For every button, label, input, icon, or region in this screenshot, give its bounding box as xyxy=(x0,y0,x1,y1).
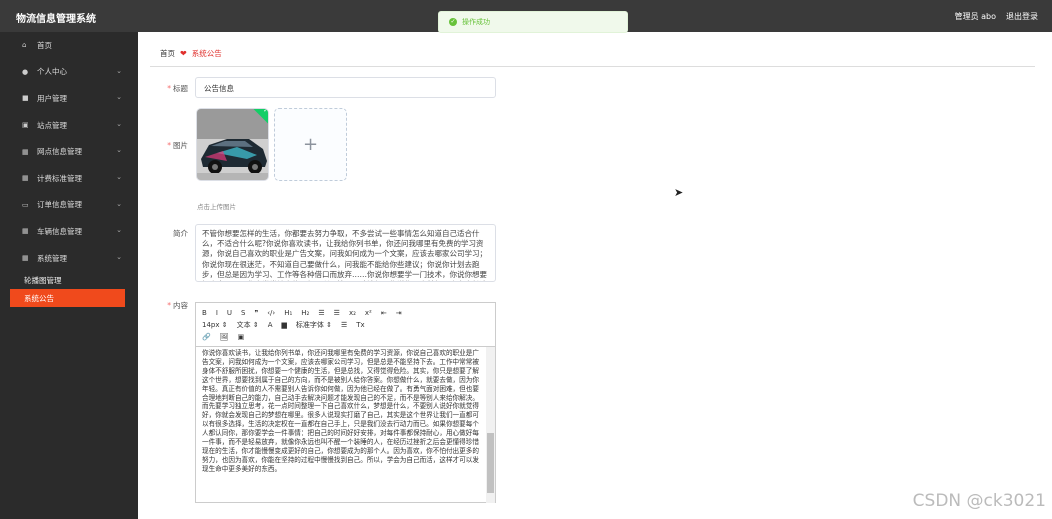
sidebar-item[interactable]: ▭ 订单信息管理 ⌄ xyxy=(0,192,138,219)
uploaded-image[interactable]: ✓ xyxy=(196,108,269,181)
h1-icon[interactable]: H₁ xyxy=(284,309,292,317)
toast-message: 操作成功 xyxy=(462,18,490,26)
breadcrumb-home[interactable]: 首页 xyxy=(160,48,175,59)
align-icon[interactable]: ☰ xyxy=(341,321,347,329)
sidebar: ⌂ 首页 ● 个人中心 ⌄ ■ 用户管理 ⌄ ▣ 站点管理 ⌄ ▦ 网点信息管理 ⌄ ▦ 计费标准管理 ⌄ ▭ 订单… xyxy=(0,32,138,519)
sidebar-item-label: 车辆信息管理 xyxy=(37,226,82,236)
toolbar-row-1: B I U S ❞ ‹/› H₁ H₂ ☰ ☰ x₂ x² ⇤ ⇥ xyxy=(202,307,489,319)
sidebar-item-label: 首页 xyxy=(37,40,52,50)
title-input[interactable]: 公告信息 xyxy=(195,77,496,98)
app-title: 物流信息管理系统 xyxy=(16,14,96,25)
chevron-down-icon: ⌄ xyxy=(116,93,122,102)
top-right-menu: 管理员 abo 退出登录 xyxy=(955,11,1038,22)
grid-icon: ▦ xyxy=(22,254,29,263)
chevron-down-icon: ⌄ xyxy=(116,146,122,155)
sidebar-item[interactable]: ▦ 车辆信息管理 ⌄ xyxy=(0,218,138,245)
toolbar-row-2: 14px ⇕ 文本 ⇕ A ▆ 标准字体 ⇕ ☰ Tx xyxy=(202,319,489,331)
font-color-icon[interactable]: A xyxy=(268,321,273,329)
font-family-select[interactable]: 标准字体 ⇕ xyxy=(296,320,332,330)
underline-icon[interactable]: U xyxy=(227,309,232,317)
editor-scrollbar[interactable] xyxy=(486,347,495,503)
heart-icon: ❤ xyxy=(180,49,187,58)
check-circle-icon: ✓ xyxy=(449,18,457,26)
sidebar-item-label: 站点管理 xyxy=(37,120,67,130)
subscript-icon[interactable]: x₂ xyxy=(349,309,356,317)
sidebar-item-label: 个人中心 xyxy=(37,67,67,77)
toolbar-row-3: 🔗 🖼 ▣ xyxy=(202,331,489,343)
sidebar-item[interactable]: ▦ 系统管理 ⌄ xyxy=(0,245,138,272)
sidebar-item[interactable]: ⌂ 首页 xyxy=(0,32,138,59)
editor-toolbar: B I U S ❞ ‹/› H₁ H₂ ☰ ☰ x₂ x² ⇤ ⇥ 14px ⇕ 文本 ⇕ A ▆ 标准字… xyxy=(196,303,495,347)
video-icon[interactable]: ▣ xyxy=(238,333,245,341)
grid-icon: ▦ xyxy=(22,174,29,183)
users-icon: ■ xyxy=(22,94,29,103)
scrollbar-thumb[interactable] xyxy=(487,433,494,493)
quote-icon[interactable]: ❞ xyxy=(254,309,258,317)
logout-link[interactable]: 退出登录 xyxy=(1006,11,1038,22)
h2-icon[interactable]: H₂ xyxy=(301,309,309,317)
home-icon: ⌂ xyxy=(22,41,27,50)
chevron-down-icon: ⌄ xyxy=(116,119,122,128)
user-label: 管理员 abo xyxy=(954,12,996,21)
grid-icon: ▦ xyxy=(22,227,29,236)
monitor-icon: ▭ xyxy=(22,200,29,209)
sidebar-item[interactable]: ▦ 网点信息管理 ⌄ xyxy=(0,138,138,165)
intro-textarea[interactable]: 不管你想要怎样的生活，你都要去努力争取，不多尝试一些事情怎么知道自己适合什么，不… xyxy=(195,224,496,282)
editor-content[interactable]: 你说你喜欢读书，让我给你列书单，你还问我哪里有免费的学习资源，你说自己喜欢的职业… xyxy=(196,347,486,503)
sidebar-item[interactable]: ■ 用户管理 ⌄ xyxy=(0,85,138,112)
sidebar-item-label: 计费标准管理 xyxy=(37,173,82,183)
bold-icon[interactable]: B xyxy=(202,309,207,317)
sidebar-item[interactable]: ● 个人中心 ⌄ xyxy=(0,59,138,86)
sidebar-item-label: 订单信息管理 xyxy=(37,200,82,210)
code-icon[interactable]: ‹/› xyxy=(267,309,275,317)
chevron-down-icon: ⌄ xyxy=(116,252,122,261)
sidebar-menu: ⌂ 首页 ● 个人中心 ⌄ ■ 用户管理 ⌄ ▣ 站点管理 ⌄ ▦ 网点信息管理 ⌄ ▦ 计费标准管理 ⌄ ▭ 订单… xyxy=(0,32,138,271)
user-icon: ● xyxy=(22,67,29,76)
chevron-down-icon: ⌄ xyxy=(116,226,122,235)
chevron-down-icon: ⌄ xyxy=(116,199,122,208)
intro-label: 简介 xyxy=(173,229,188,238)
rich-text-editor[interactable]: B I U S ❞ ‹/› H₁ H₂ ☰ ☰ x₂ x² ⇤ ⇥ 14px ⇕ 文本 ⇕ A ▆ 标准字… xyxy=(195,302,496,503)
breadcrumb: 首页 ❤ 系统公告 xyxy=(160,48,222,59)
bullet-list-icon[interactable]: ☰ xyxy=(334,309,340,317)
clear-format-icon[interactable]: Tx xyxy=(356,321,364,329)
mouse-cursor-icon: ➤ xyxy=(674,186,684,199)
sidebar-item[interactable]: ▣ 站点管理 ⌄ xyxy=(0,112,138,139)
watermark: CSDN @ck3021 xyxy=(912,491,1046,511)
site-icon: ▣ xyxy=(22,121,29,130)
ordered-list-icon[interactable]: ☰ xyxy=(318,309,324,317)
success-toast: ✓ 操作成功 xyxy=(438,11,628,33)
title-label: * 标题 xyxy=(167,84,188,93)
sidebar-subitem[interactable]: 轮播图管理 xyxy=(0,271,138,289)
italic-icon[interactable]: I xyxy=(216,309,218,317)
superscript-icon[interactable]: x² xyxy=(365,309,372,317)
breadcrumb-current: 系统公告 xyxy=(191,49,222,58)
sidebar-item-label: 网点信息管理 xyxy=(37,147,82,157)
sidebar-submenu: 轮播图管理 系统公告 xyxy=(0,271,138,308)
sidebar-item[interactable]: ▦ 计费标准管理 ⌄ xyxy=(0,165,138,192)
divider xyxy=(150,66,1035,67)
upload-button[interactable]: + xyxy=(274,108,347,181)
background-color-icon[interactable]: ▆ xyxy=(281,321,286,329)
sidebar-item-label: 用户管理 xyxy=(37,93,67,103)
strike-icon[interactable]: S xyxy=(241,309,245,317)
image-icon[interactable]: 🖼 xyxy=(220,333,229,341)
paragraph-select[interactable]: 文本 ⇕ xyxy=(237,320,259,330)
sidebar-item-label: 系统管理 xyxy=(37,253,67,263)
grid-icon: ▦ xyxy=(22,147,29,156)
upload-hint: 点击上传图片 xyxy=(197,203,236,211)
font-size-select[interactable]: 14px ⇕ xyxy=(202,321,228,329)
car-image xyxy=(197,109,268,180)
content-label: * 内容 xyxy=(167,301,188,310)
chevron-down-icon: ⌄ xyxy=(116,66,122,75)
image-label: * 图片 xyxy=(167,141,188,150)
sidebar-subitem[interactable]: 系统公告 xyxy=(10,289,125,308)
link-icon[interactable]: 🔗 xyxy=(202,333,211,341)
chevron-down-icon: ⌄ xyxy=(116,172,122,181)
outdent-icon[interactable]: ⇤ xyxy=(381,309,387,317)
indent-icon[interactable]: ⇥ xyxy=(396,309,402,317)
plus-icon: + xyxy=(302,134,319,155)
